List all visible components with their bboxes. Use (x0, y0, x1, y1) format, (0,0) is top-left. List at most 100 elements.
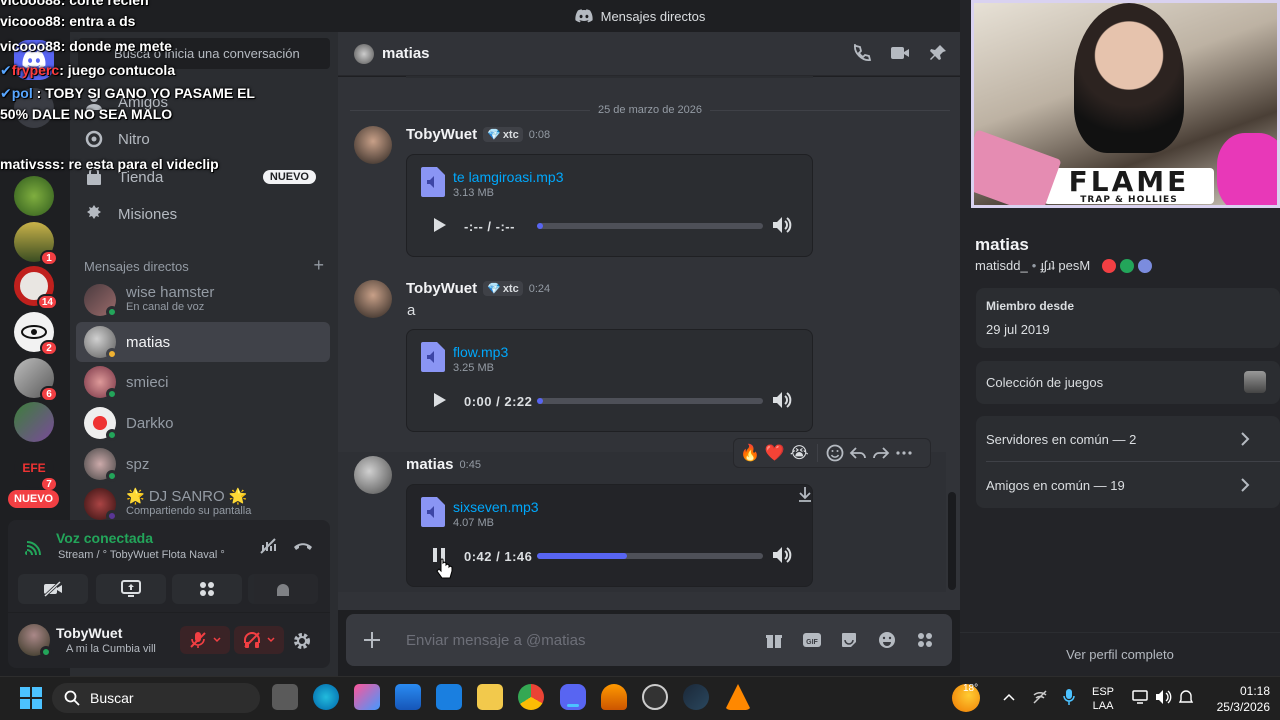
dm-item-active[interactable]: matias (76, 322, 330, 362)
microphone-icon[interactable] (1063, 688, 1075, 706)
steam-icon[interactable] (683, 684, 709, 710)
file-explorer-icon[interactable] (477, 684, 503, 710)
file-name[interactable]: flow.mp3 (453, 344, 508, 360)
server-icon[interactable]: EFE 7 (14, 448, 58, 492)
voice-channel[interactable]: Stream / ° TobyWuet Flota Naval ° (58, 549, 225, 561)
view-full-profile-button[interactable]: Ver perfil completo (960, 632, 1280, 676)
servers-common[interactable]: Servidores en común — 2 (986, 432, 1136, 447)
message-author[interactable]: matias (406, 456, 454, 473)
language-indicator[interactable]: ESP LAA (1092, 685, 1114, 713)
friends-common[interactable]: Amigos en común — 19 (986, 478, 1125, 493)
task-view-icon[interactable] (272, 684, 298, 710)
badge-icon[interactable] (1120, 258, 1135, 273)
app-icon[interactable] (601, 684, 627, 710)
badge-icon[interactable] (1102, 258, 1117, 273)
edge-icon[interactable] (313, 684, 339, 710)
notification-icon[interactable] (1178, 689, 1194, 705)
overlay-chat-line: ✔pol : TOBY SI GANO YO PASAME EL (0, 85, 255, 101)
noise-suppression-icon[interactable] (258, 536, 278, 556)
deafen-button[interactable] (234, 626, 284, 654)
more-icon[interactable] (895, 444, 913, 462)
avatar[interactable] (354, 280, 392, 318)
windows-start-icon[interactable] (20, 687, 42, 709)
add-reaction-icon[interactable] (826, 444, 844, 462)
nav-nitro[interactable]: Nitro (76, 120, 330, 158)
soundboard-button[interactable] (248, 574, 318, 604)
voice-call-icon[interactable] (852, 44, 872, 64)
activities-button[interactable] (172, 574, 242, 604)
chat-title: matias (382, 45, 430, 62)
gear-icon[interactable] (292, 631, 312, 651)
screenshare-button[interactable] (96, 574, 166, 604)
audio-progress[interactable] (537, 398, 763, 404)
outlook-icon[interactable] (436, 684, 462, 710)
reaction-cry[interactable]: 😭 (790, 443, 809, 463)
download-icon[interactable] (795, 484, 815, 504)
obs-icon[interactable] (642, 684, 668, 710)
camera-button[interactable] (18, 574, 88, 604)
reply-icon[interactable] (849, 444, 867, 462)
volume-icon[interactable] (771, 215, 793, 235)
reaction-fire[interactable]: 🔥 (740, 443, 760, 463)
server-icon[interactable] (14, 402, 54, 442)
avatar (84, 366, 118, 400)
games-card[interactable]: Colección de juegos (976, 361, 1280, 404)
dm-item[interactable]: smieci (76, 362, 330, 402)
video-call-icon[interactable] (890, 45, 910, 61)
dm-item[interactable]: spz (76, 444, 330, 484)
chevron-up-icon[interactable] (1003, 692, 1015, 702)
chrome-icon[interactable] (518, 684, 544, 710)
server-icon[interactable]: 2 (14, 312, 58, 356)
file-name[interactable]: te lamgiroasi.mp3 (453, 169, 564, 185)
file-name[interactable]: sixseven.mp3 (453, 499, 539, 515)
server-icon[interactable]: 6 (14, 358, 58, 402)
plus-icon[interactable] (362, 630, 382, 650)
network-off-icon[interactable] (1032, 689, 1048, 705)
volume-icon[interactable] (771, 545, 793, 565)
message-input[interactable]: Enviar mensaje a @matias (346, 614, 952, 666)
copilot-icon[interactable] (354, 684, 380, 710)
gif-icon[interactable]: GIF (802, 631, 822, 649)
avatar[interactable] (354, 126, 392, 164)
apps-icon[interactable] (916, 631, 934, 649)
mute-button[interactable] (180, 626, 230, 654)
volume-icon[interactable] (771, 390, 793, 410)
disconnect-icon[interactable] (292, 538, 314, 554)
pin-icon[interactable] (929, 44, 947, 62)
file-size: 3.25 MB (453, 362, 494, 374)
dm-item[interactable]: Darkko (76, 403, 330, 443)
server-icon[interactable]: 1 (14, 222, 58, 266)
speaker-icon[interactable] (1155, 689, 1173, 705)
audio-progress[interactable] (537, 553, 763, 559)
reaction-heart[interactable]: ❤️ (765, 443, 785, 463)
taskbar-search[interactable]: Buscar (52, 683, 260, 713)
play-icon[interactable] (429, 215, 449, 235)
gift-icon[interactable] (765, 631, 783, 649)
forward-icon[interactable] (872, 444, 890, 462)
audio-time: -:-- / -:-- (464, 219, 515, 234)
avatar[interactable] (354, 456, 392, 494)
message-author[interactable]: TobyWuet (406, 280, 477, 297)
server-icon[interactable]: 14 (14, 266, 58, 310)
nav-quests[interactable]: Misiones (76, 195, 330, 233)
scrollbar[interactable] (948, 492, 956, 590)
message-author[interactable]: TobyWuet (406, 126, 477, 143)
signal-icon (25, 541, 41, 556)
overlay-chat-line: vicooo88: donde me mete (0, 38, 172, 54)
badge-icon[interactable] (1138, 258, 1153, 273)
audio-progress[interactable] (537, 223, 763, 229)
play-icon[interactable] (429, 390, 449, 410)
emoji-icon[interactable] (878, 631, 896, 649)
server-icon[interactable] (14, 176, 54, 216)
add-dm-icon[interactable]: + (313, 256, 324, 274)
sticker-icon[interactable] (840, 631, 858, 649)
clock[interactable]: 01:18 25/3/2026 (1200, 683, 1270, 715)
dm-item[interactable]: 🌟 DJ SANRO 🌟 Compartiendo su pantalla (76, 486, 330, 522)
store-icon[interactable] (395, 684, 421, 710)
dm-item[interactable]: wise hamster En canal de voz (76, 282, 330, 318)
user-name: TobyWuet (56, 625, 123, 641)
message-header: matias 0:45 (406, 456, 481, 473)
avatar[interactable] (18, 624, 52, 658)
display-icon[interactable] (1132, 689, 1148, 705)
dm-section-header: Mensajes directos + (84, 256, 324, 274)
